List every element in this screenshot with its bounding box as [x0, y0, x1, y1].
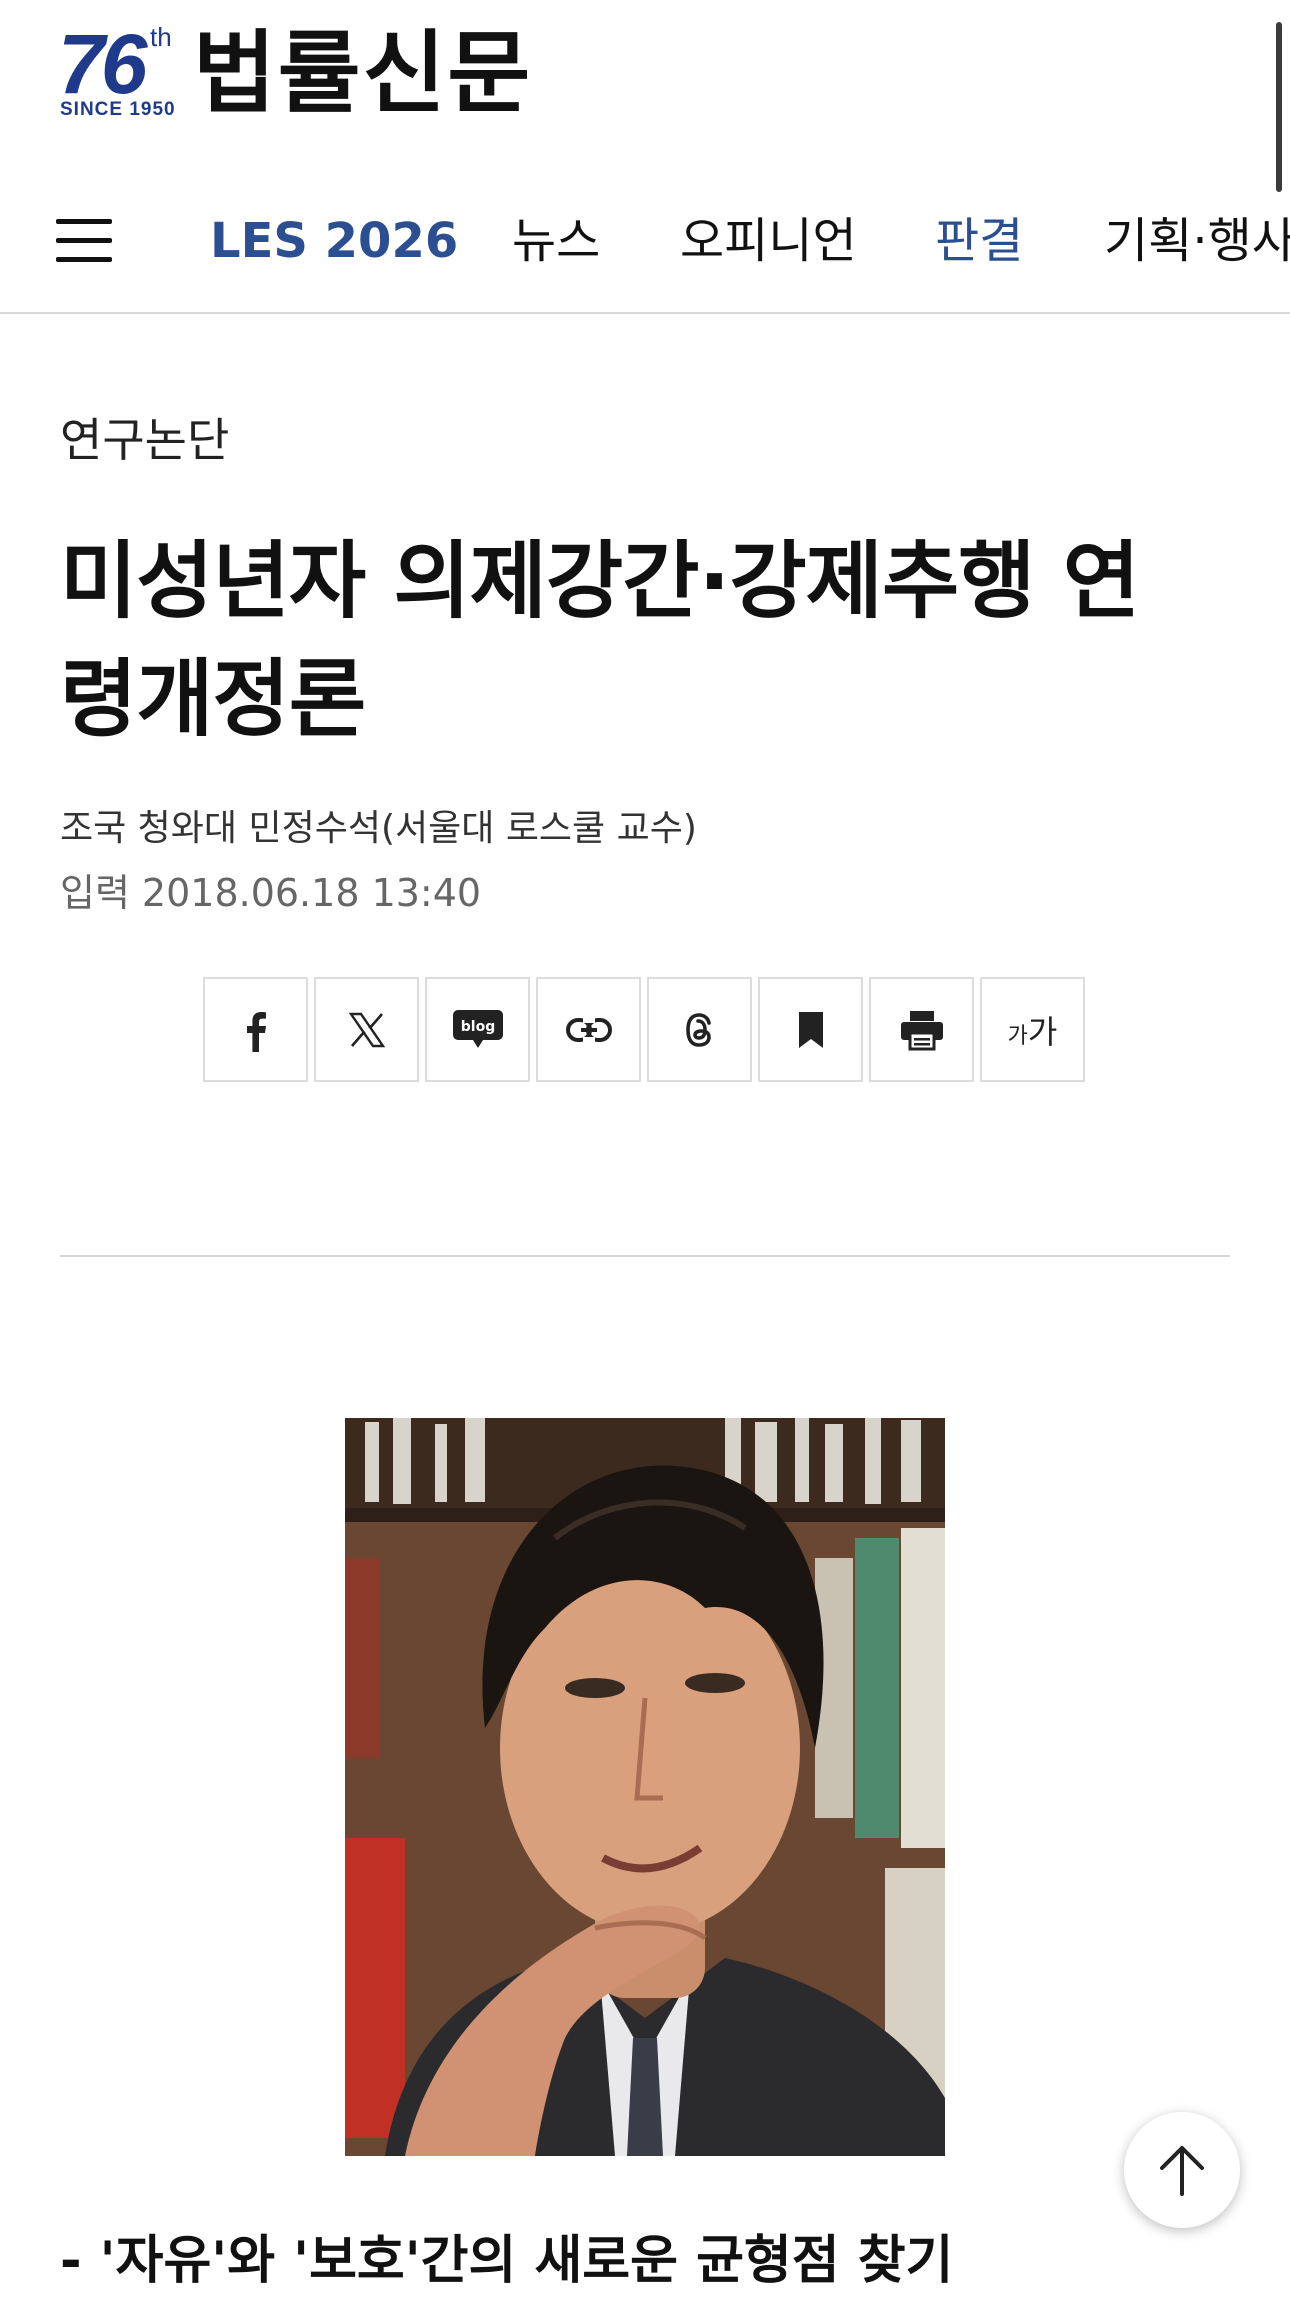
- nav-item-judgment[interactable]: 판결: [935, 210, 1023, 272]
- share-x-button[interactable]: [314, 977, 419, 1082]
- nav-item-les2026[interactable]: LES 2026: [210, 210, 458, 272]
- menu-icon[interactable]: [56, 219, 112, 263]
- scroll-to-top-button[interactable]: [1124, 2112, 1240, 2228]
- article-byline: 조국 청와대 민정수석(서울대 로스쿨 교수): [60, 808, 697, 849]
- x-icon: [348, 1012, 385, 1047]
- font-size-small: 가: [1007, 1023, 1028, 1049]
- copy-link-button[interactable]: [536, 977, 641, 1082]
- nav-item-planning-events[interactable]: 기획·행사: [1104, 210, 1290, 272]
- logo-ordinal: th: [150, 22, 172, 52]
- scrollbar[interactable]: [1276, 22, 1282, 192]
- site-header: 76 th SINCE 1950 법률신문 LES 2026 뉴스 오피니언 판…: [0, 0, 1290, 314]
- arrow-up-icon: [1160, 2146, 1204, 2196]
- facebook-icon: [246, 1011, 266, 1052]
- share-facebook-button[interactable]: [203, 977, 308, 1082]
- date-label: 입력: [60, 871, 130, 915]
- section-divider: [60, 1255, 1230, 1257]
- share-blog-button[interactable]: blog: [425, 977, 530, 1082]
- link-icon: [565, 1016, 612, 1043]
- threads-icon: [685, 1012, 711, 1047]
- logo-anniversary-number: 76: [58, 17, 147, 111]
- article-title: 미성년자 의제강간·강제추행 연령개정론: [60, 532, 1140, 748]
- bookmark-icon: [798, 1011, 823, 1048]
- print-icon: [900, 1010, 943, 1050]
- print-button[interactable]: [869, 977, 974, 1082]
- date-value: 2018.06.18 13:40: [141, 871, 482, 915]
- blog-icon: blog: [452, 1009, 503, 1048]
- font-size-icon: 가가: [1008, 1007, 1058, 1053]
- nav-item-news[interactable]: 뉴스: [512, 210, 600, 272]
- font-size-button[interactable]: 가가: [980, 977, 1085, 1082]
- nav-item-opinion[interactable]: 오피니언: [680, 210, 857, 272]
- article-subtitle: - '자유'와 '보호'간의 새로운 균형점 찾기: [60, 2231, 954, 2291]
- site-name: 법률신문: [193, 21, 533, 126]
- article-date: 입력 2018.06.18 13:40: [60, 868, 481, 918]
- font-size-large: 가: [1027, 1012, 1058, 1051]
- bookmark-button[interactable]: [758, 977, 863, 1082]
- article-category[interactable]: 연구논단: [60, 410, 229, 470]
- share-threads-button[interactable]: [647, 977, 752, 1082]
- blog-icon-label: blog: [460, 1019, 494, 1035]
- article-photo: [345, 1418, 945, 2156]
- logo-since: SINCE 1950: [60, 99, 176, 120]
